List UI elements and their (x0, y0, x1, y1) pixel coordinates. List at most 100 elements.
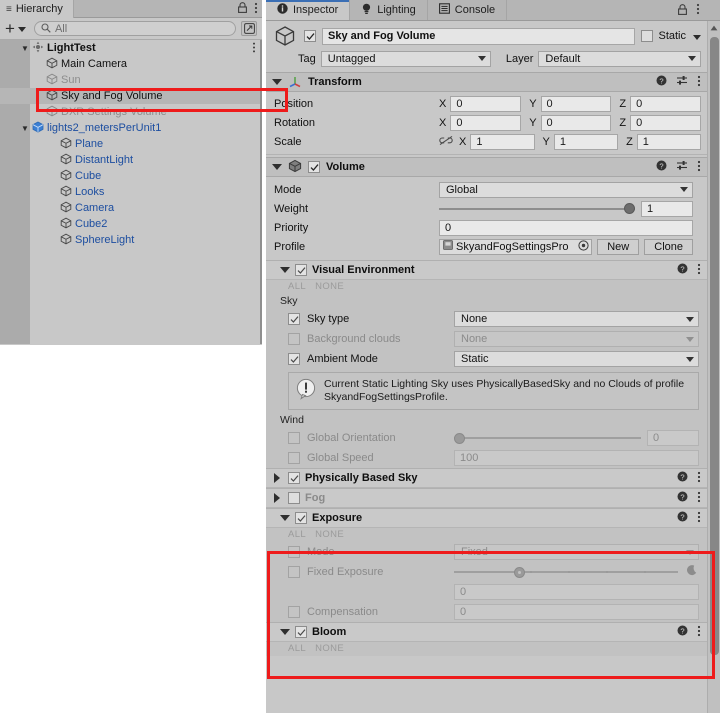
visual-environment-sky-type-override-checkbox[interactable] (288, 313, 300, 325)
object-picker-icon[interactable] (578, 239, 589, 254)
help-icon[interactable]: ? (677, 511, 688, 525)
more-menu-icon[interactable] (697, 75, 701, 90)
profile-new-button[interactable]: New (597, 238, 640, 255)
pbs-enabled-checkbox[interactable] (288, 472, 300, 484)
foldout-icon[interactable] (272, 164, 282, 170)
slider-knob[interactable] (624, 203, 635, 214)
lock-icon[interactable] (238, 2, 247, 16)
override-header-bloom[interactable]: Bloom ? (266, 622, 707, 642)
hierarchy-item[interactable]: Cube (0, 168, 262, 184)
foldout-icon[interactable] (280, 267, 290, 273)
help-icon[interactable]: ? (677, 471, 688, 485)
transform-rotation-x-input[interactable]: 0 (450, 114, 522, 131)
exposure-enabled-checkbox[interactable] (295, 512, 307, 524)
visual-environment-ambient-mode-override-checkbox[interactable] (288, 353, 300, 365)
tag-dropdown[interactable]: Untagged (320, 50, 491, 67)
foldout-icon[interactable] (280, 629, 290, 635)
more-menu-icon[interactable] (252, 42, 256, 55)
volume-mode-dropdown[interactable]: Global (439, 181, 693, 198)
tab-console[interactable]: Console (428, 0, 508, 20)
transform-position-z-input[interactable]: 0 (630, 95, 701, 112)
hierarchy-item[interactable]: ▼ LightTest (0, 40, 262, 56)
more-menu-icon[interactable] (697, 511, 701, 526)
foldout-icon[interactable] (274, 493, 280, 503)
wind-global-orientation-input[interactable]: 0 (647, 430, 699, 446)
override-header-physically-based-sky[interactable]: Physically Based Sky ? (266, 468, 707, 488)
volume-enabled-checkbox[interactable] (308, 161, 320, 173)
add-gameobject-button[interactable]: + (5, 20, 15, 37)
preset-icon[interactable] (676, 75, 688, 89)
slider-knob[interactable] (514, 566, 526, 578)
constrain-proportions-icon[interactable] (439, 135, 453, 149)
visual-environment-enabled-checkbox[interactable] (295, 264, 307, 276)
component-header-volume[interactable]: Volume ? (266, 157, 707, 177)
more-menu-icon[interactable] (254, 2, 258, 17)
scroll-up-icon[interactable] (708, 21, 720, 34)
transform-position-x-input[interactable]: 0 (450, 95, 522, 112)
help-icon[interactable]: ? (677, 625, 688, 639)
exposure-compensation-input[interactable]: 0 (454, 604, 699, 620)
volume-priority-input[interactable]: 0 (439, 219, 693, 236)
visual-environment-ambient-mode-dropdown[interactable]: Static (454, 351, 699, 367)
wind-global-orientation-override-checkbox[interactable] (288, 432, 300, 444)
visual-environment-background-clouds-dropdown[interactable]: None (454, 331, 699, 347)
visual-environment-sky-type-dropdown[interactable]: None (454, 311, 699, 327)
tab-lighting[interactable]: Lighting (350, 0, 428, 20)
help-icon[interactable]: ? (656, 75, 667, 89)
override-all-button[interactable]: ALL (288, 529, 306, 540)
volume-profile-objectfield[interactable]: SkyandFogSettingsPro (439, 238, 593, 255)
fog-enabled-checkbox[interactable] (288, 492, 300, 504)
tab-inspector[interactable]: Inspector (266, 0, 351, 20)
transform-rotation-z-input[interactable]: 0 (630, 114, 701, 131)
override-none-button[interactable]: NONE (315, 281, 344, 292)
sort-method-button[interactable] (241, 21, 257, 36)
static-dropdown-icon[interactable] (693, 34, 701, 40)
transform-scale-z-input[interactable]: 1 (636, 133, 701, 150)
gameobject-enabled-checkbox[interactable] (304, 30, 316, 42)
panel-divider[interactable] (260, 40, 262, 344)
profile-clone-button[interactable]: Clone (644, 238, 693, 255)
override-all-button[interactable]: ALL (288, 643, 306, 654)
volume-weight-input[interactable]: 1 (641, 200, 693, 217)
hierarchy-item[interactable]: ▼ lights2_metersPerUnit1 (0, 120, 262, 136)
more-menu-icon[interactable] (697, 263, 701, 278)
override-header-fog[interactable]: Fog ? (266, 488, 707, 508)
hierarchy-item[interactable]: Looks (0, 184, 262, 200)
exposure-compensation-override-checkbox[interactable] (288, 606, 300, 618)
wind-global-speed-override-checkbox[interactable] (288, 452, 300, 464)
hierarchy-item[interactable]: SphereLight (0, 232, 262, 248)
chevron-down-icon[interactable] (17, 27, 26, 32)
hierarchy-tree[interactable]: ▼ LightTest Main Camera Sun Sky and Fog Volu… (0, 40, 262, 344)
transform-scale-y-input[interactable]: 1 (553, 133, 619, 150)
more-menu-icon[interactable] (697, 491, 701, 506)
slider-knob[interactable] (454, 432, 465, 444)
override-all-button[interactable]: ALL (288, 281, 306, 292)
exposure-fixed-exposure-slider[interactable] (454, 564, 678, 580)
lock-icon[interactable] (678, 3, 687, 18)
help-icon[interactable]: ? (656, 160, 667, 174)
wind-global-orientation-slider[interactable] (454, 430, 641, 446)
hierarchy-item[interactable]: Sun (0, 72, 262, 88)
hierarchy-item[interactable]: Cube2 (0, 216, 262, 232)
foldout-icon[interactable]: ▼ (19, 124, 31, 133)
foldout-icon[interactable] (280, 515, 290, 521)
scrollbar-thumb[interactable] (710, 37, 719, 655)
foldout-icon[interactable]: ▼ (19, 44, 31, 53)
override-none-button[interactable]: NONE (315, 643, 344, 654)
inspector-scrollbar[interactable] (707, 21, 720, 713)
override-header-visual-environment[interactable]: Visual Environment ? (266, 260, 707, 280)
hierarchy-item[interactable]: Camera (0, 200, 262, 216)
exposure-value-input[interactable]: 0 (454, 584, 699, 600)
foldout-icon[interactable] (272, 79, 282, 85)
hierarchy-item[interactable]: DistantLight (0, 152, 262, 168)
exposure-fixed-exposure-override-checkbox[interactable] (288, 566, 300, 578)
exposure-mode-override-checkbox[interactable] (288, 546, 300, 558)
help-icon[interactable]: ? (677, 491, 688, 505)
search-input[interactable]: All (33, 21, 236, 36)
gameobject-name-input[interactable]: Sky and Fog Volume (322, 27, 636, 45)
transform-rotation-y-input[interactable]: 0 (540, 114, 612, 131)
volume-weight-slider[interactable] (439, 201, 635, 217)
hierarchy-item[interactable]: Main Camera (0, 56, 262, 72)
wind-global-speed-input[interactable]: 100 (454, 450, 699, 466)
preset-icon[interactable] (676, 160, 688, 174)
